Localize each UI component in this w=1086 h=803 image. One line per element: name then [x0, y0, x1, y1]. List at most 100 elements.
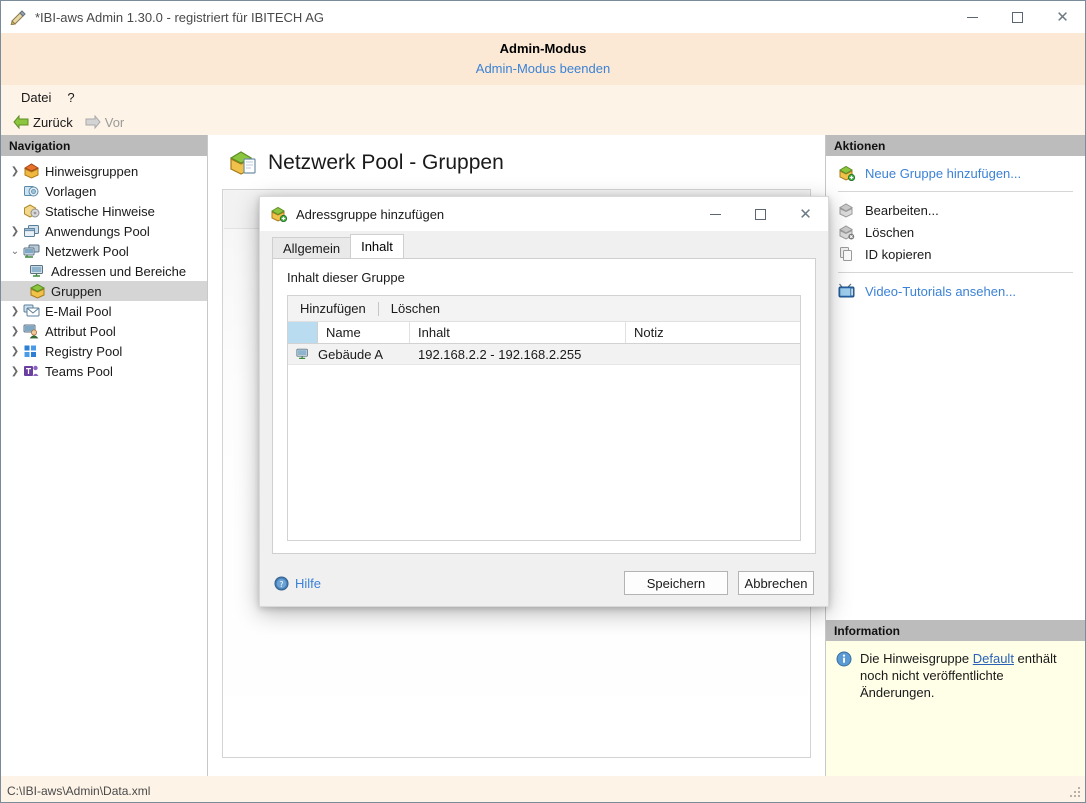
user-attr-icon: [23, 323, 40, 339]
close-button[interactable]: ✕: [1040, 1, 1085, 33]
back-button[interactable]: Zurück: [9, 114, 77, 131]
toolbar-divider: [377, 301, 379, 316]
window-titlebar: *IBI-aws Admin 1.30.0 - registriert für …: [1, 1, 1085, 33]
page-title-row: Netzwerk Pool - Gruppen: [208, 135, 825, 191]
action-label: Video-Tutorials ansehen...: [865, 283, 1017, 299]
grid-toolbar: Hinzufügen Löschen: [288, 296, 800, 322]
actions-header: Aktionen: [826, 135, 1085, 156]
sidebar-item-label: Hinweisgruppen: [45, 163, 139, 179]
action-video-tutorials[interactable]: Video-Tutorials ansehen...: [826, 280, 1085, 302]
action-neue-gruppe-hinzufuegen[interactable]: Neue Gruppe hinzufügen...: [826, 162, 1085, 184]
grid-col-icon[interactable]: [288, 322, 318, 343]
grid-delete-button[interactable]: Löschen: [389, 301, 442, 316]
sidebar-item-label: Adressen und Bereiche: [51, 263, 187, 279]
dialog-tabs: Allgemein Inhalt: [272, 234, 816, 258]
arrow-left-icon: [13, 115, 29, 129]
sidebar-item-label: Registry Pool: [45, 343, 123, 359]
grid-col-notiz[interactable]: Notiz: [626, 322, 800, 343]
action-label: Löschen: [865, 224, 915, 240]
page-title: Netzwerk Pool - Gruppen: [268, 151, 504, 174]
sidebar-item-label: Statische Hinweise: [45, 203, 155, 219]
admin-mode-title: Admin-Modus: [499, 41, 587, 56]
grid-add-button[interactable]: Hinzufügen: [298, 301, 368, 316]
action-loeschen[interactable]: Löschen: [826, 221, 1085, 243]
exit-admin-mode-link[interactable]: Admin-Modus beenden: [476, 61, 610, 77]
info-text-before: Die Hinweisgruppe: [860, 651, 973, 666]
actions-divider: [838, 272, 1073, 273]
table-row[interactable]: Gebäude A 192.168.2.2 - 192.168.2.255: [288, 344, 800, 365]
information-body: Die Hinweisgruppe Default enthält noch n…: [826, 641, 1085, 701]
dialog-titlebar: Adressgruppe hinzufügen ✕: [260, 197, 828, 231]
forward-button[interactable]: Vor: [81, 114, 129, 131]
information-text: Die Hinweisgruppe Default enthält noch n…: [860, 650, 1075, 701]
tab-allgemein[interactable]: Allgemein: [272, 237, 352, 258]
resize-grip-icon[interactable]: [1068, 785, 1082, 799]
tv-icon: [838, 283, 856, 299]
dialog-close-button[interactable]: ✕: [783, 197, 828, 231]
package-add-icon: [838, 165, 856, 181]
window-title: *IBI-aws Admin 1.30.0 - registriert für …: [35, 9, 324, 25]
sidebar-item-anwendungs-pool[interactable]: ❯ Anwendungs Pool: [1, 221, 207, 241]
package-add-icon: [270, 206, 288, 222]
sidebar-item-registry-pool[interactable]: ❯ Registry Pool: [1, 341, 207, 361]
help-link[interactable]: ? Hilfe: [274, 576, 321, 591]
sidebar-item-label: Vorlagen: [45, 183, 97, 199]
action-label: ID kopieren: [865, 246, 932, 262]
package-orange-icon: [23, 163, 40, 179]
chevron-right-icon[interactable]: ❯: [7, 303, 23, 319]
dialog-footer: ? Hilfe Speichern Abbrechen: [260, 560, 828, 606]
minimize-button[interactable]: [950, 1, 995, 33]
add-address-group-dialog: Adressgruppe hinzufügen ✕ Allgemein Inha…: [259, 196, 829, 607]
info-icon: [836, 651, 852, 667]
forward-button-label: Vor: [104, 114, 125, 130]
mail-icon: [23, 303, 40, 319]
chevron-down-icon[interactable]: ⌄: [7, 243, 23, 259]
sidebar-item-vorlagen[interactable]: ❯ Vorlagen: [1, 181, 207, 201]
network-icon: [23, 243, 40, 259]
sidebar-item-teams-pool[interactable]: ❯ Teams Pool: [1, 361, 207, 381]
sidebar-item-gruppen[interactable]: Gruppen: [1, 281, 207, 301]
group-content-grid: Hinzufügen Löschen Name Inhalt Notiz Geb…: [287, 295, 801, 541]
chevron-right-icon[interactable]: ❯: [7, 163, 23, 179]
grid-col-name[interactable]: Name: [318, 322, 410, 343]
app-pen-icon: [10, 9, 28, 25]
navigation-header: Navigation: [1, 135, 207, 156]
sidebar-item-attribut-pool[interactable]: ❯ Attribut Pool: [1, 321, 207, 341]
chevron-right-icon[interactable]: ❯: [7, 323, 23, 339]
action-label: Neue Gruppe hinzufügen...: [865, 165, 1022, 181]
chevron-right-icon[interactable]: ❯: [7, 223, 23, 239]
action-bearbeiten[interactable]: Bearbeiten...: [826, 199, 1085, 221]
dialog-maximize-button[interactable]: [738, 197, 783, 231]
sidebar-item-statische-hinweise[interactable]: ❯ Statische Hinweise: [1, 201, 207, 221]
cancel-button[interactable]: Abbrechen: [738, 571, 814, 595]
save-button[interactable]: Speichern: [624, 571, 728, 595]
chevron-right-icon[interactable]: ❯: [7, 343, 23, 359]
maximize-button[interactable]: [995, 1, 1040, 33]
dialog-minimize-button[interactable]: [693, 197, 738, 231]
action-id-kopieren[interactable]: ID kopieren: [826, 243, 1085, 265]
sidebar-item-email-pool[interactable]: ❯ E-Mail Pool: [1, 301, 207, 321]
sidebar-item-adressen-und-bereiche[interactable]: Adressen und Bereiche: [1, 261, 207, 281]
edit-gray-icon: [838, 202, 856, 218]
windows-stack-icon: [23, 223, 40, 239]
info-default-link[interactable]: Default: [973, 651, 1014, 666]
actions-list: Neue Gruppe hinzufügen... Bearbeiten...: [826, 156, 1085, 302]
sidebar-item-hinweisgruppen[interactable]: ❯ Hinweisgruppen: [1, 161, 207, 181]
monitor-icon: [288, 347, 318, 361]
grid-header-row: Name Inhalt Notiz: [288, 322, 800, 344]
menu-item-help[interactable]: ?: [59, 88, 82, 107]
chevron-right-icon[interactable]: ❯: [7, 363, 23, 379]
actions-divider: [838, 191, 1073, 192]
sidebar-item-netzwerk-pool[interactable]: ⌄ Netzwerk Pool: [1, 241, 207, 261]
help-icon: ?: [274, 575, 289, 591]
grid-col-inhalt[interactable]: Inhalt: [410, 322, 626, 343]
registry-grid-icon: [23, 343, 40, 359]
menu-item-datei[interactable]: Datei: [13, 88, 59, 107]
information-header: Information: [826, 620, 1085, 641]
cell-name: Gebäude A: [318, 346, 384, 362]
tab-inhalt[interactable]: Inhalt: [350, 234, 404, 258]
menu-bar: Datei ?: [1, 85, 1085, 109]
templates-icon: [23, 183, 40, 199]
sidebar-item-label: E-Mail Pool: [45, 303, 112, 319]
navigation-toolbar: Zurück Vor: [1, 109, 1085, 135]
